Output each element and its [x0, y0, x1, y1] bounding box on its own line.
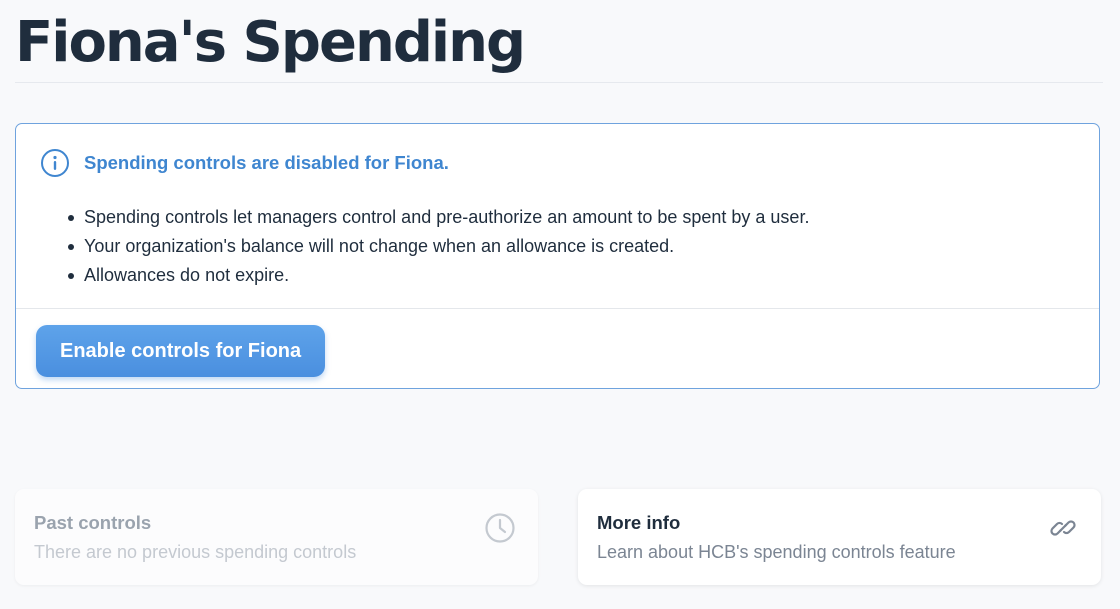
clock-icon: [484, 512, 516, 544]
page-title: Fiona's Spending: [15, 10, 526, 75]
spending-controls-notice: Spending controls are disabled for Fiona…: [15, 123, 1100, 389]
list-item: Spending controls let managers control a…: [66, 203, 809, 232]
notice-bullet-list: Spending controls let managers control a…: [66, 203, 809, 290]
link-icon[interactable]: [1047, 512, 1079, 544]
more-info-card[interactable]: More info Learn about HCB's spending con…: [578, 489, 1101, 585]
more-info-subtitle[interactable]: Learn about HCB's spending controls feat…: [597, 540, 956, 564]
list-item: Allowances do not expire.: [66, 261, 809, 290]
list-item: Your organization's balance will not cha…: [66, 232, 809, 261]
notice-divider: [16, 308, 1099, 309]
spending-page: Fiona's Spending Spending controls are d…: [0, 0, 1120, 609]
more-info-title[interactable]: More info: [597, 511, 680, 535]
title-divider: [15, 82, 1103, 83]
enable-controls-button[interactable]: Enable controls for Fiona: [36, 325, 326, 377]
past-controls-subtitle: There are no previous spending controls: [34, 542, 357, 562]
info-icon: [40, 148, 70, 178]
past-controls-title: Past controls: [34, 512, 152, 533]
past-controls-card: Past controls There are no previous spen…: [15, 489, 538, 585]
notice-header: Spending controls are disabled for Fiona…: [40, 148, 449, 178]
notice-heading: Spending controls are disabled for Fiona…: [84, 152, 449, 173]
